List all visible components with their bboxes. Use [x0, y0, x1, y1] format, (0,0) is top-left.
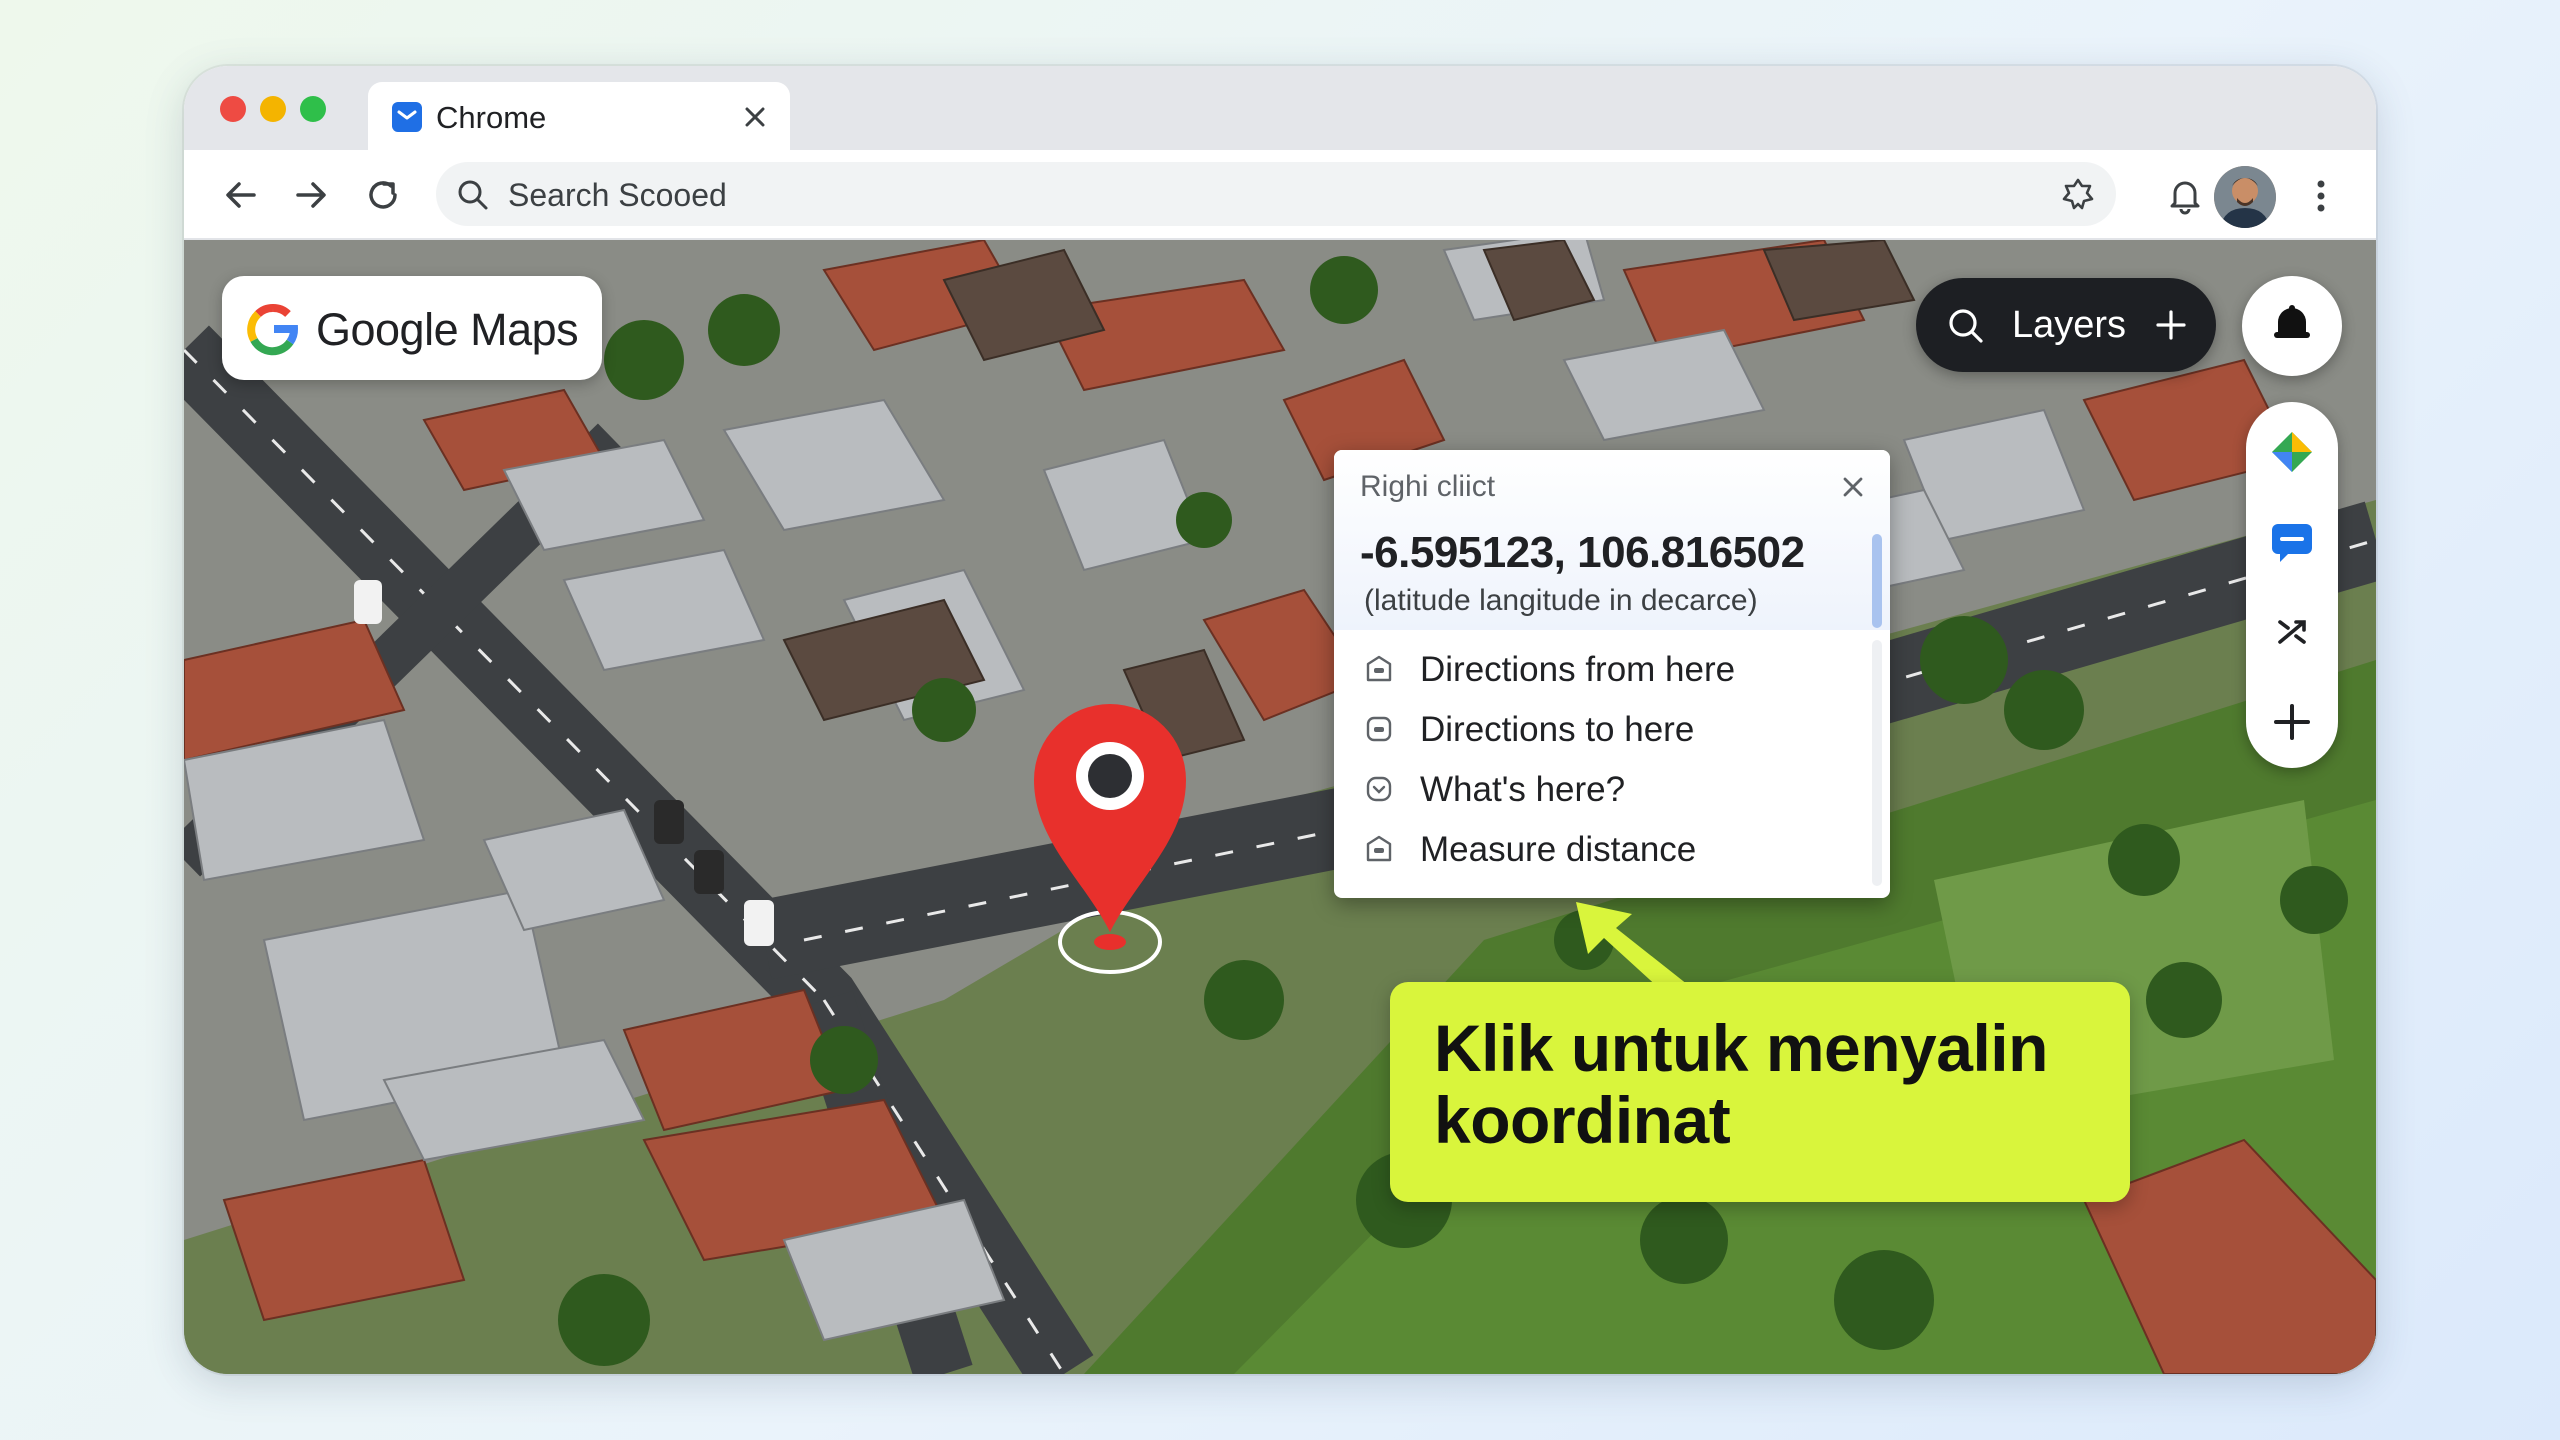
close-icon[interactable]	[1838, 472, 1868, 502]
menu-item-directions-from[interactable]: Directions from here	[1334, 638, 1864, 698]
shuffle-icon[interactable]	[2246, 588, 2338, 676]
coordinates-hint: (latitude langitude in decarce)	[1364, 584, 1758, 617]
menu-item-label: Directions from here	[1420, 650, 1736, 689]
bell-icon	[2274, 305, 2310, 338]
menu-item-whats-here[interactable]: What's here?	[1334, 758, 1864, 818]
search-icon	[456, 178, 490, 212]
satellite-map[interactable]: Google Maps Layers Righi cliict -6.59512…	[184, 240, 2376, 1374]
extension-puzzle-icon[interactable]	[2060, 176, 2096, 212]
satellite-imagery	[184, 240, 2376, 1374]
whats-here-icon	[1364, 774, 1394, 804]
browser-tab[interactable]: Chrome	[368, 82, 790, 150]
account-button[interactable]	[2242, 276, 2342, 376]
minimize-window-button[interactable]	[260, 96, 286, 122]
tab-favicon-icon	[392, 102, 422, 132]
maximize-window-button[interactable]	[300, 96, 326, 122]
close-window-button[interactable]	[220, 96, 246, 122]
zoom-in-icon[interactable]	[2246, 678, 2338, 766]
menu-item-label: What's here?	[1420, 770, 1626, 809]
google-g-icon	[246, 302, 300, 356]
address-bar[interactable]: Search Scooed	[436, 162, 2116, 226]
layers-label: Layers	[2012, 304, 2127, 346]
google-maps-badge: Google Maps	[222, 276, 602, 380]
back-arrow-icon[interactable]	[220, 174, 262, 216]
layers-button[interactable]: Layers	[1916, 278, 2216, 372]
coordinates-value[interactable]: -6.595123, 106.816502	[1360, 528, 1805, 578]
search-icon	[1946, 306, 1986, 346]
menu-item-label: Measure distance	[1420, 830, 1697, 869]
browser-window: Chrome Search Scooed Google Maps Layers …	[184, 66, 2376, 1374]
context-menu-header[interactable]: Righi cliict -6.595123, 106.816502 (lati…	[1334, 450, 1890, 630]
directions-from-icon	[1364, 654, 1394, 684]
tab-title: Chrome	[436, 100, 547, 135]
brand-title: Google Maps	[316, 304, 579, 355]
directions-to-icon	[1364, 714, 1394, 744]
map-side-toolbar	[2246, 402, 2338, 768]
more-menu-icon[interactable]	[2314, 176, 2328, 216]
user-avatar[interactable]	[2214, 166, 2276, 228]
context-menu-title: Righi cliict	[1360, 470, 1496, 503]
plus-icon	[2154, 308, 2188, 342]
context-menu: Righi cliict -6.595123, 106.816502 (lati…	[1334, 450, 1890, 898]
callout-text: Klik untuk menyalin koordinat	[1434, 1011, 2048, 1157]
notification-bell-icon[interactable]	[2164, 174, 2206, 216]
menu-item-measure-distance[interactable]: Measure distance	[1334, 818, 1864, 878]
tab-close-icon[interactable]	[740, 102, 770, 132]
callout-banner: Klik untuk menyalin koordinat	[1390, 982, 2130, 1202]
address-text: Search Scooed	[508, 177, 727, 213]
menu-item-label: Directions to here	[1420, 710, 1695, 749]
google-maps-logo-icon[interactable]	[2246, 408, 2338, 496]
menu-item-directions-to[interactable]: Directions to here	[1334, 698, 1864, 758]
scrollbar-track[interactable]	[1872, 640, 1882, 886]
browser-toolbar: Search Scooed	[184, 150, 2376, 240]
reload-icon[interactable]	[362, 174, 404, 216]
tab-bar: Chrome	[184, 66, 2376, 150]
measure-distance-icon	[1364, 834, 1394, 864]
scrollbar-thumb[interactable]	[1872, 534, 1882, 628]
forward-arrow-icon[interactable]	[290, 174, 332, 216]
chat-message-icon[interactable]	[2246, 498, 2338, 586]
